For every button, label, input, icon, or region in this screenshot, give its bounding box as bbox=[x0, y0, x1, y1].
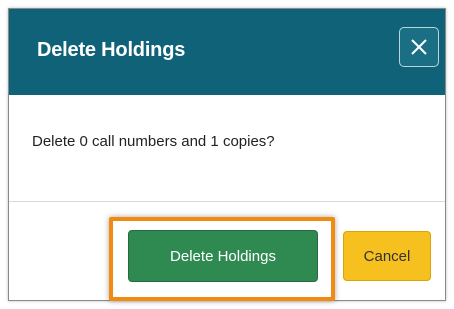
cancel-button[interactable]: Cancel bbox=[343, 231, 431, 281]
close-button[interactable] bbox=[399, 27, 439, 67]
delete-holdings-button[interactable]: Delete Holdings bbox=[128, 230, 318, 282]
dialog-body: Delete 0 call numbers and 1 copies? bbox=[9, 95, 445, 202]
dialog-title: Delete Holdings bbox=[37, 39, 186, 61]
confirmation-message: Delete 0 call numbers and 1 copies? bbox=[32, 133, 275, 150]
delete-holdings-dialog: Delete Holdings Delete 0 call numbers an… bbox=[8, 8, 446, 301]
dialog-header: Delete Holdings bbox=[9, 9, 445, 95]
close-icon bbox=[411, 39, 427, 55]
dialog-footer: Delete Holdings Cancel bbox=[9, 202, 445, 301]
